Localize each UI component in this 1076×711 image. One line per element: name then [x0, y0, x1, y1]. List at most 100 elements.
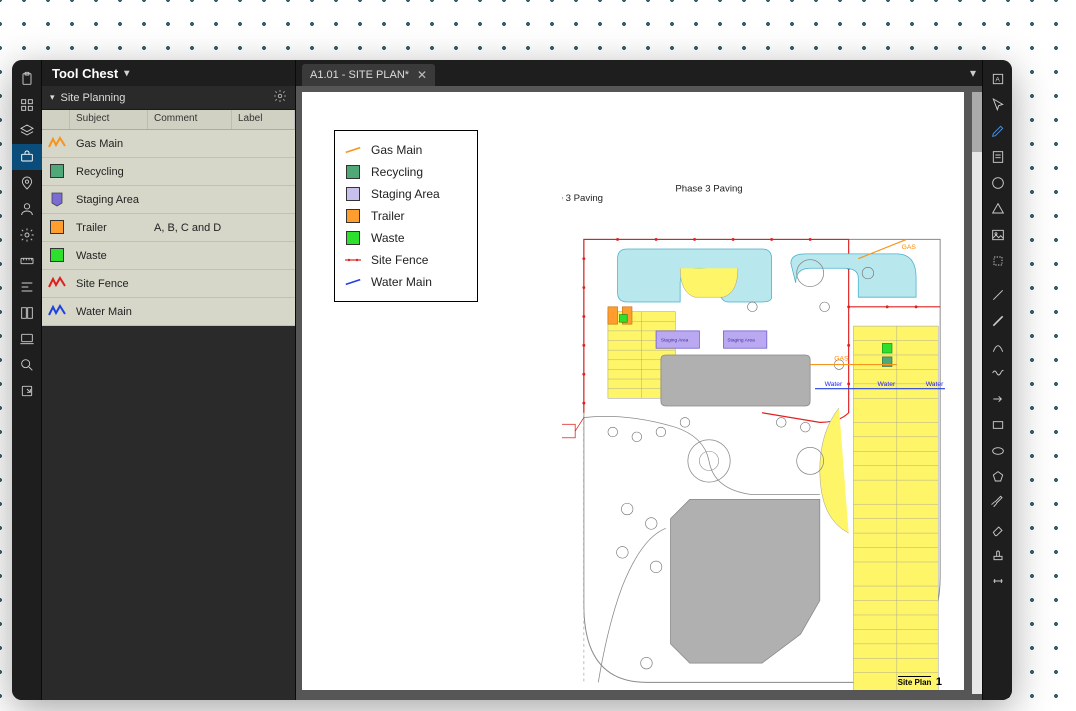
stamp-tool-icon[interactable] — [983, 542, 1012, 568]
line2-tool-icon[interactable] — [983, 308, 1012, 334]
document-tab[interactable]: A1.01 - SITE PLAN* ✕ — [302, 64, 435, 86]
rulers-icon[interactable] — [12, 248, 42, 274]
legend-swatch-icon — [345, 230, 361, 246]
staging-label-1: Staging Area — [661, 337, 689, 343]
pen-tool-icon[interactable] — [983, 118, 1012, 144]
legend-swatch-icon — [345, 142, 361, 158]
ellipse-tool-icon[interactable] — [983, 438, 1012, 464]
legend-box: Gas Main Recycling Staging Area Trailer Wast… — [334, 130, 478, 302]
plan-number: 1 — [936, 676, 942, 688]
legend-row: Recycling — [345, 161, 467, 183]
item-subject: Recycling — [70, 166, 148, 178]
shape-tool-icon[interactable] — [983, 196, 1012, 222]
section-title: Site Planning — [61, 92, 126, 104]
export-icon[interactable] — [12, 378, 42, 404]
list-item[interactable]: Site Fence — [42, 270, 295, 298]
main-area: A1.01 - SITE PLAN* ✕ ▾ Gas Main Recycling… — [296, 60, 982, 700]
user-icon[interactable] — [12, 196, 42, 222]
circle-tool-icon[interactable] — [983, 170, 1012, 196]
gas-label-2: GAS — [834, 356, 849, 363]
legend-label: Trailer — [371, 209, 405, 223]
crop-tool-icon[interactable] — [983, 248, 1012, 274]
swatch-icon — [48, 190, 66, 208]
staging-label-2: Staging Area — [727, 337, 755, 343]
legend-row: Water Main — [345, 271, 467, 293]
legend-swatch-icon — [345, 274, 361, 290]
list-item[interactable]: Recycling — [42, 158, 295, 186]
legend-row: Waste — [345, 227, 467, 249]
legend-row: Site Fence — [345, 249, 467, 271]
toolbox-icon[interactable] — [12, 144, 42, 170]
wave-tool-icon[interactable] — [983, 360, 1012, 386]
plan-title-block: Site Plan 1 — [898, 676, 942, 688]
site-plan-drawing: Staging Area Staging Area — [562, 172, 962, 690]
polygon-tool-icon[interactable] — [983, 464, 1012, 490]
legend-swatch-icon — [345, 252, 361, 268]
legend-label: Gas Main — [371, 143, 422, 157]
chevron-down-icon: ▾ — [50, 92, 55, 103]
clipboard-icon[interactable] — [12, 66, 42, 92]
vertical-scrollbar[interactable] — [972, 92, 982, 694]
svg-text:A: A — [995, 77, 1000, 84]
select-tool-icon[interactable] — [983, 92, 1012, 118]
drawing-canvas[interactable]: Gas Main Recycling Staging Area Trailer Wast… — [302, 92, 964, 690]
tool-list: Subject Comment Label Gas Main Recycling… — [42, 110, 295, 326]
line-tool-icon[interactable] — [983, 282, 1012, 308]
gear-icon[interactable] — [12, 222, 42, 248]
app-window: Tool Chest ▾ ▾ Site Planning Subject Com… — [12, 60, 1012, 700]
legend-swatch-icon — [345, 164, 361, 180]
scrollbar-thumb[interactable] — [972, 92, 982, 152]
col-header-comment[interactable]: Comment — [148, 110, 232, 129]
list-item[interactable]: Gas Main — [42, 130, 295, 158]
panel-header[interactable]: Tool Chest ▾ — [42, 60, 295, 86]
tab-title: A1.01 - SITE PLAN* — [310, 69, 409, 81]
tool-chest-panel: Tool Chest ▾ ▾ Site Planning Subject Com… — [42, 60, 296, 700]
swatch-icon — [48, 246, 66, 264]
water-label-2: Water — [878, 381, 896, 388]
note-tool-icon[interactable] — [983, 144, 1012, 170]
panel-title: Tool Chest — [52, 66, 118, 81]
section-gear-icon[interactable] — [273, 89, 287, 106]
book-icon[interactable] — [12, 300, 42, 326]
swatch-icon — [48, 302, 66, 320]
list-item[interactable]: Water Main — [42, 298, 295, 326]
item-subject: Site Fence — [70, 278, 148, 290]
item-comment: A, B, C and D — [148, 222, 232, 234]
section-header[interactable]: ▾ Site Planning — [42, 86, 295, 110]
col-header-subject[interactable]: Subject — [70, 110, 148, 129]
col-header-label[interactable]: Label — [232, 110, 295, 129]
align-icon[interactable] — [12, 274, 42, 300]
phase3-label-b: Phase 3 Paving — [675, 183, 742, 194]
curve-tool-icon[interactable] — [983, 334, 1012, 360]
list-item[interactable]: Waste — [42, 242, 295, 270]
list-item[interactable]: Trailer A, B, C and D — [42, 214, 295, 242]
water-label-1: Water — [825, 381, 843, 388]
legend-label: Waste — [371, 231, 405, 245]
list-item[interactable]: Staging Area — [42, 186, 295, 214]
close-icon[interactable]: ✕ — [417, 68, 427, 82]
measure-tool-icon[interactable] — [983, 568, 1012, 594]
arrow-tool-icon[interactable] — [983, 386, 1012, 412]
eraser-tool-icon[interactable] — [983, 516, 1012, 542]
text-tool-icon[interactable]: A — [983, 66, 1012, 92]
legend-label: Water Main — [371, 275, 432, 289]
swatch-icon — [48, 162, 66, 180]
image-tool-icon[interactable] — [983, 222, 1012, 248]
legend-swatch-icon — [345, 208, 361, 224]
location-icon[interactable] — [12, 170, 42, 196]
rect-tool-icon[interactable] — [983, 412, 1012, 438]
legend-label: Site Fence — [371, 253, 428, 267]
list-header: Subject Comment Label — [42, 110, 295, 130]
item-subject: Staging Area — [70, 194, 148, 206]
tab-dropdown-icon[interactable]: ▾ — [970, 66, 976, 80]
legend-row: Trailer — [345, 205, 467, 227]
brush-tool-icon[interactable] — [983, 490, 1012, 516]
layers-icon[interactable] — [12, 118, 42, 144]
legend-swatch-icon — [345, 186, 361, 202]
search-icon[interactable] — [12, 352, 42, 378]
item-subject: Waste — [70, 250, 148, 262]
laptop-icon[interactable] — [12, 326, 42, 352]
grid-icon[interactable] — [12, 92, 42, 118]
canvas-wrap: Gas Main Recycling Staging Area Trailer Wast… — [296, 86, 982, 700]
legend-label: Staging Area — [371, 187, 440, 201]
